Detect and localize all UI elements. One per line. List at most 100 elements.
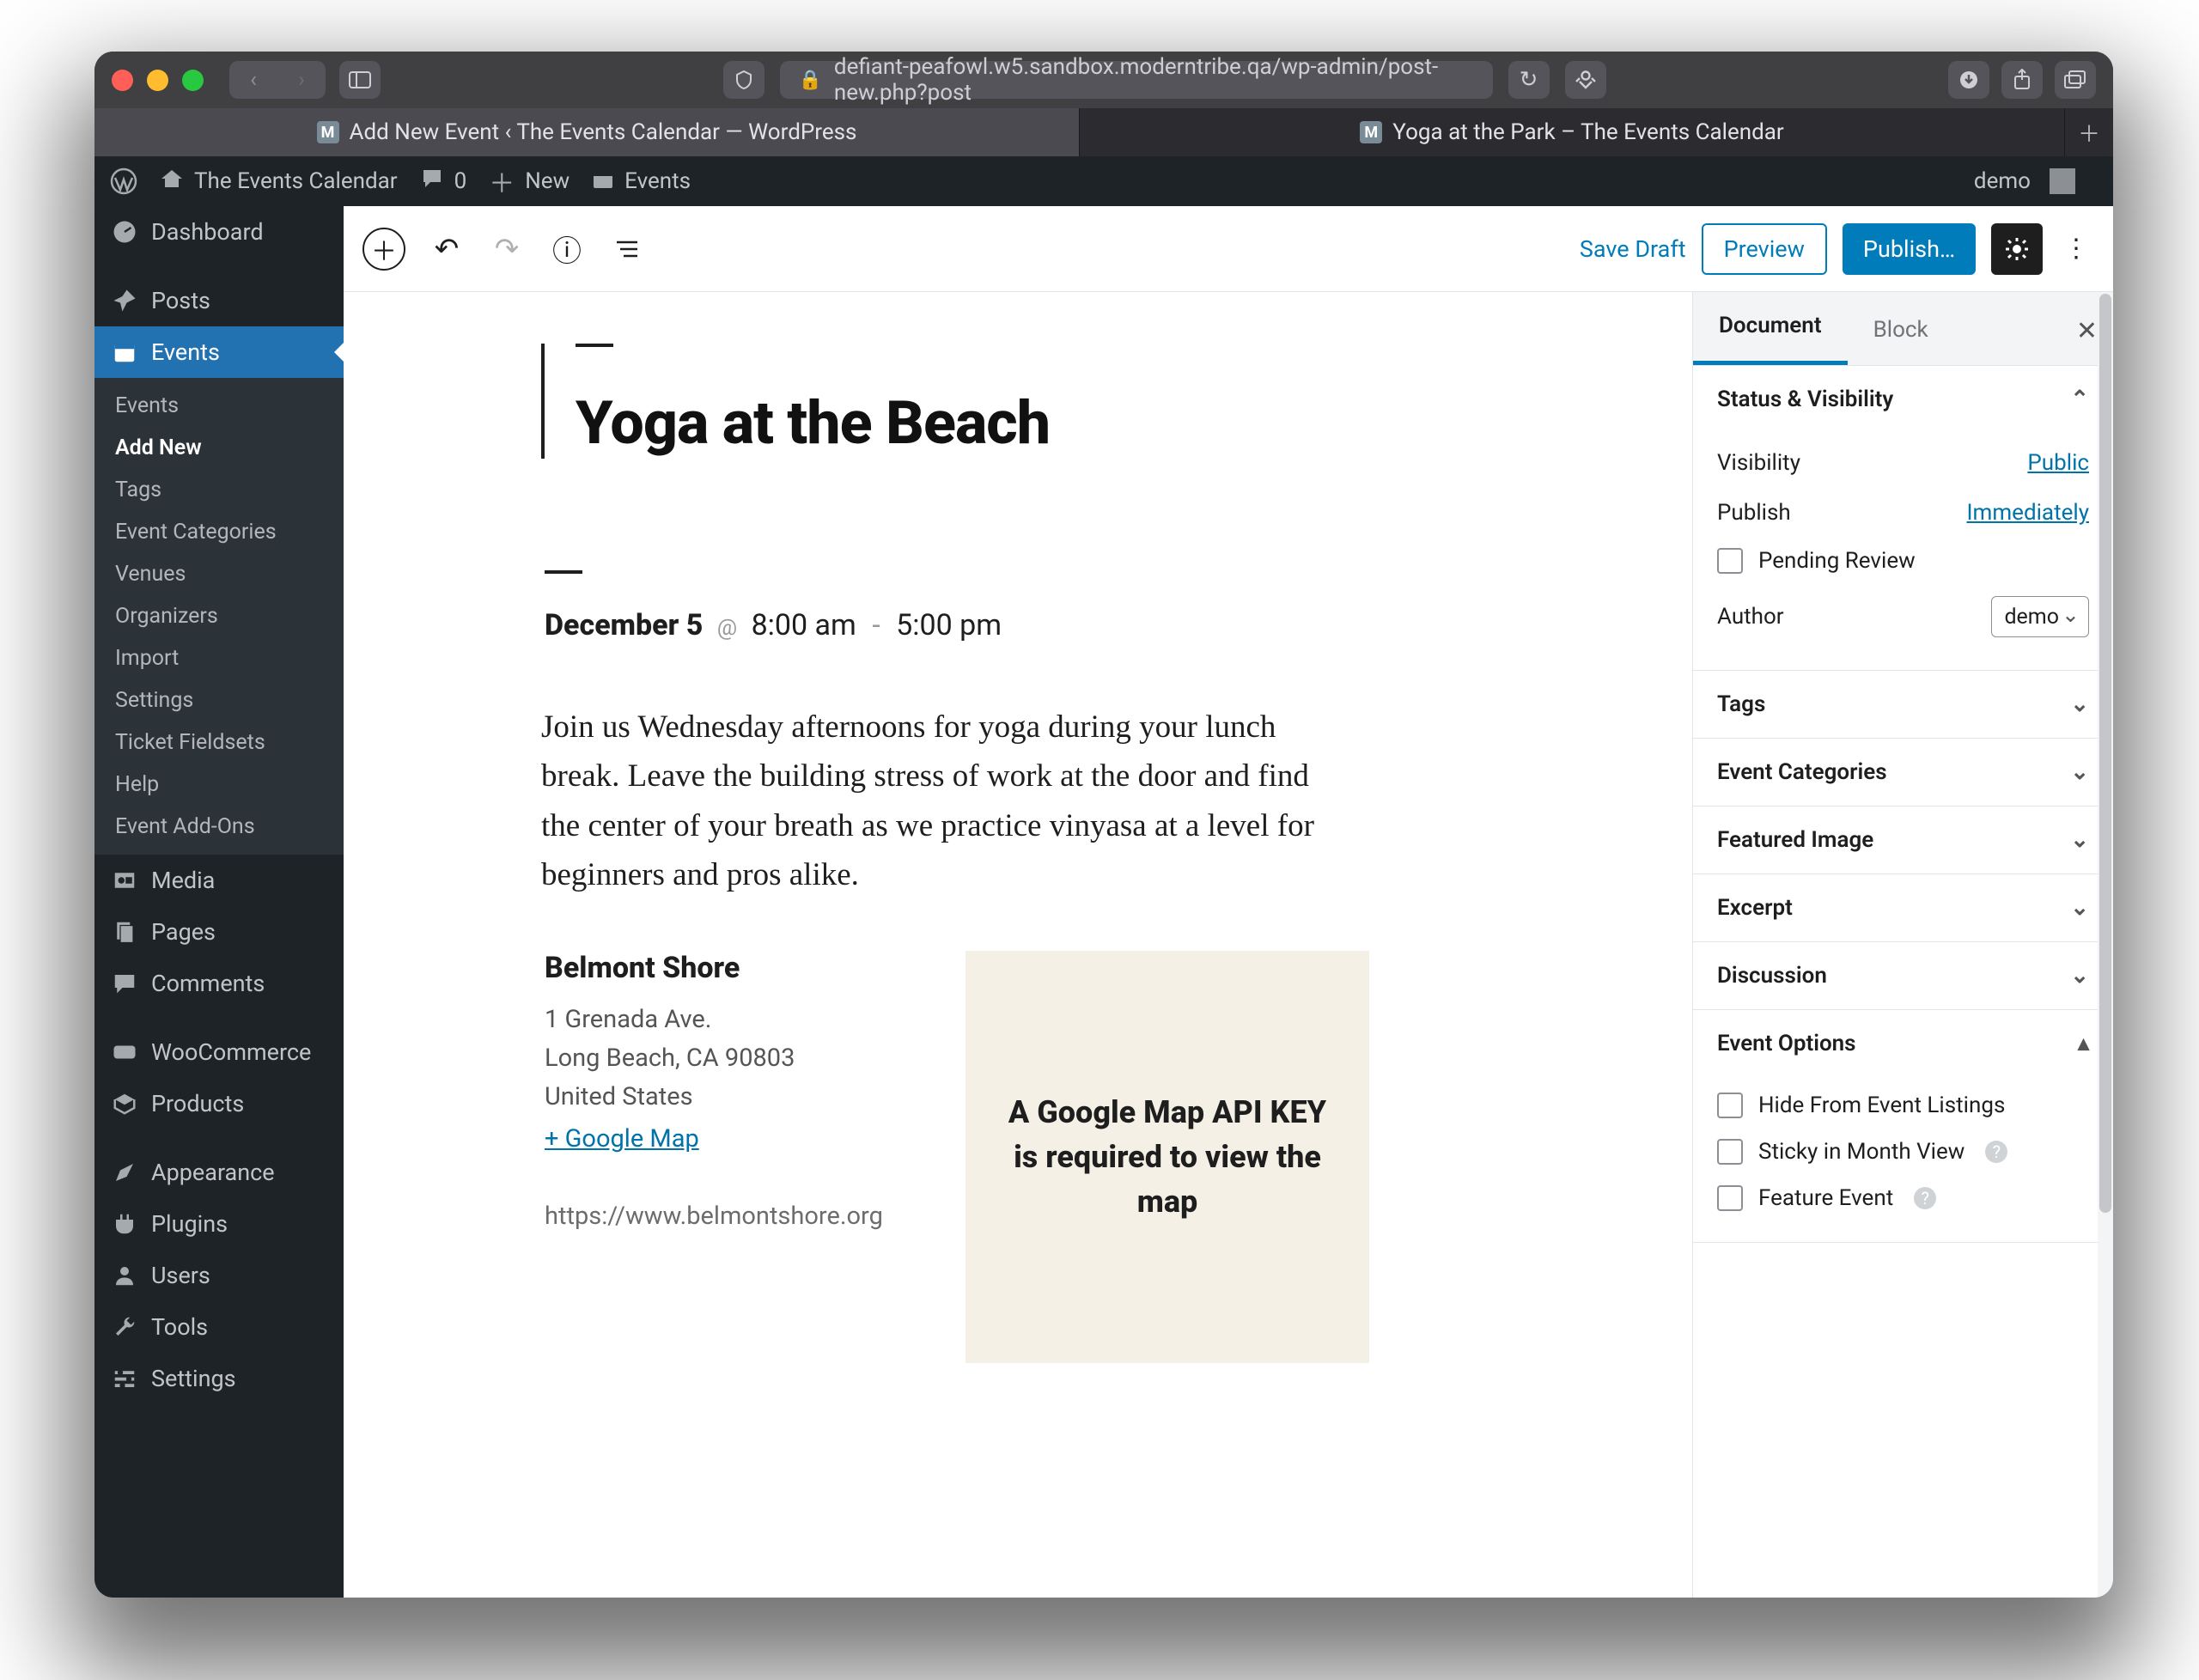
google-map-link[interactable]: + Google Map (545, 1120, 699, 1159)
caret-up-icon: ▴ (2078, 1031, 2089, 1056)
publish-value[interactable]: Immediately (1966, 500, 2089, 526)
traffic-lights (112, 70, 204, 91)
new-tab-button[interactable]: ＋ (2065, 108, 2113, 156)
sidebar-item-products[interactable]: Products (94, 1078, 344, 1129)
sidebar-sub-import[interactable]: Import (94, 637, 344, 679)
section-excerpt[interactable]: Excerpt⌄ (1693, 874, 2113, 941)
chevron-down-icon: ⌄ (2070, 691, 2089, 717)
tabs-icon[interactable] (2055, 61, 2096, 99)
preview-button[interactable]: Preview (1702, 223, 1827, 275)
redo-button[interactable]: ↷ (488, 230, 526, 268)
sidebar-item-label: Media (151, 867, 215, 894)
section-tags[interactable]: Tags⌄ (1693, 671, 2113, 738)
visibility-value[interactable]: Public (2027, 450, 2089, 476)
publish-button[interactable]: Publish… (1843, 223, 1976, 275)
section-title: Featured Image (1717, 827, 1873, 853)
wp-logo[interactable] (110, 167, 137, 195)
tab-document[interactable]: Document (1693, 292, 1848, 365)
tab-block[interactable]: Block (1848, 295, 1954, 365)
help-icon[interactable]: ? (1914, 1187, 1936, 1209)
hide-from-listings-checkbox[interactable] (1717, 1093, 1743, 1118)
site-link[interactable]: The Events Calendar (160, 167, 398, 197)
dashboard-icon (112, 219, 137, 245)
url-bar[interactable]: 🔒 defiant-peafowl.w5.sandbox.moderntribe… (780, 61, 1493, 99)
sidebar-sub-ticket-fieldsets[interactable]: Ticket Fieldsets (94, 721, 344, 764)
reload-button[interactable]: ↻ (1508, 61, 1550, 99)
sidebar-sub-venues[interactable]: Venues (94, 553, 344, 595)
post-title[interactable]: Yoga at the Beach (576, 388, 1357, 459)
privacy-report-icon[interactable] (723, 61, 764, 99)
settings-toggle-button[interactable] (1991, 223, 2043, 275)
sidebar-sub-add-new[interactable]: Add New (94, 427, 344, 469)
pending-review-checkbox[interactable] (1717, 548, 1743, 574)
datetime-block[interactable]: December 5 @ 8:00 am - 5:00 pm (545, 570, 1361, 642)
outline-button[interactable] (608, 230, 646, 268)
comments-link[interactable]: 0 (420, 167, 467, 197)
save-draft-link[interactable]: Save Draft (1580, 235, 1686, 263)
description-block[interactable]: Join us Wednesday afternoons for yoga du… (541, 703, 1340, 899)
sidebar-toggle-icon[interactable] (339, 61, 381, 99)
sidebar-sub-help[interactable]: Help (94, 764, 344, 806)
section-discussion[interactable]: Discussion⌄ (1693, 942, 2113, 1009)
sidebar-sub-event-categories[interactable]: Event Categories (94, 511, 344, 553)
sidebar-item-posts[interactable]: Posts (94, 275, 344, 326)
sidebar-item-plugins[interactable]: Plugins (94, 1198, 344, 1250)
sidebar-item-label: Posts (151, 287, 210, 314)
author-select[interactable]: demo (1991, 596, 2089, 637)
sidebar-item-tools[interactable]: Tools (94, 1301, 344, 1353)
events-link[interactable]: Events (592, 167, 691, 196)
sidebar-sub-event-add-ons[interactable]: Event Add-Ons (94, 806, 344, 848)
sidebar-submenu-events: Events Add New Tags Event Categories Ven… (94, 378, 344, 855)
sidebar-item-label: Tools (151, 1313, 208, 1341)
editor-canvas[interactable]: Yoga at the Beach December 5 @ 8:00 am -… (344, 292, 1692, 1598)
reader-icon[interactable] (1565, 61, 1606, 99)
sidebar-sub-tags[interactable]: Tags (94, 469, 344, 511)
forward-button[interactable]: › (277, 61, 326, 99)
minimize-window-icon[interactable] (147, 70, 168, 91)
info-button[interactable]: ⓘ (548, 230, 586, 268)
sidebar-item-appearance[interactable]: Appearance (94, 1147, 344, 1198)
venue-block[interactable]: Belmont Shore 1 Grenada Ave. Long Beach,… (545, 951, 1369, 1363)
products-icon (112, 1091, 137, 1117)
sidebar-item-settings[interactable]: Settings (94, 1353, 344, 1404)
help-icon[interactable]: ? (1985, 1141, 2007, 1163)
event-date: December 5 (545, 608, 703, 642)
feature-event-checkbox[interactable] (1717, 1185, 1743, 1211)
user-menu[interactable]: demo (1974, 168, 2075, 194)
comment-icon (420, 167, 444, 197)
browser-tab-1[interactable]: M Yoga at the Park – The Events Calendar (1080, 108, 2065, 156)
sticky-month-view-checkbox[interactable] (1717, 1139, 1743, 1165)
section-header-event-options[interactable]: Event Options ▴ (1693, 1010, 2113, 1077)
sidebar-item-label: Products (151, 1090, 244, 1117)
section-featured-image[interactable]: Featured Image⌄ (1693, 807, 2113, 873)
browser-tab-0[interactable]: M Add New Event ‹ The Events Calendar — … (94, 108, 1080, 156)
sidebar-item-comments[interactable]: Comments (94, 958, 344, 1009)
sidebar-sub-events[interactable]: Events (94, 385, 344, 427)
sidebar-item-media[interactable]: Media (94, 855, 344, 906)
section-event-categories[interactable]: Event Categories⌄ (1693, 739, 2113, 806)
more-menu-button[interactable]: ⋮ (2058, 234, 2094, 264)
back-button[interactable]: ‹ (229, 61, 277, 99)
dash-sep: - (863, 608, 888, 642)
favicon-icon: M (1360, 121, 1382, 143)
add-block-button[interactable]: ＋ (362, 228, 405, 271)
scrollbar-thumb[interactable] (2099, 294, 2111, 1213)
event-start: 8:00 am (752, 608, 856, 642)
downloads-icon[interactable] (1948, 61, 1989, 99)
maximize-window-icon[interactable] (182, 70, 204, 91)
share-icon[interactable] (2001, 61, 2043, 99)
new-link[interactable]: ＋ New (489, 162, 570, 200)
undo-button[interactable]: ↶ (428, 230, 466, 268)
title-block[interactable]: Yoga at the Beach (541, 344, 1357, 459)
panel-close-button[interactable]: ✕ (2076, 316, 2098, 346)
sidebar-item-woocommerce[interactable]: WooCommerce (94, 1026, 344, 1078)
panel-scrollbar[interactable] (2098, 292, 2113, 1598)
section-header-status[interactable]: Status & Visibility ⌃ (1693, 366, 2113, 433)
sidebar-sub-settings[interactable]: Settings (94, 679, 344, 721)
sidebar-item-users[interactable]: Users (94, 1250, 344, 1301)
sidebar-item-events[interactable]: Events (94, 326, 344, 378)
close-window-icon[interactable] (112, 70, 133, 91)
sidebar-item-dashboard[interactable]: Dashboard (94, 206, 344, 258)
sidebar-item-pages[interactable]: Pages (94, 906, 344, 958)
sidebar-sub-organizers[interactable]: Organizers (94, 595, 344, 637)
